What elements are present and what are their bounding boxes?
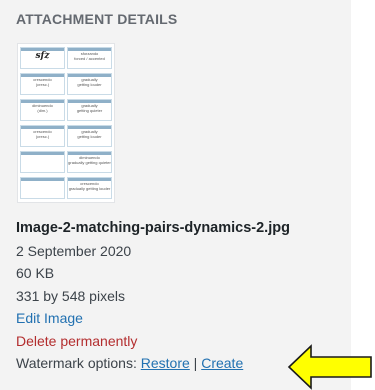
image-dimensions: 331 by 548 pixels: [16, 287, 125, 304]
thumbnail-card-right: gradually getting louder: [67, 73, 112, 95]
yellow-left-arrow-icon: [287, 344, 372, 390]
card-sub-text: gradually getting quieter: [68, 160, 111, 165]
watermark-create-link[interactable]: Create: [201, 355, 243, 371]
card-sub-text: (dim.): [37, 108, 48, 113]
card-sub-text: getting louder: [77, 82, 102, 87]
thumbnail-card-row: crescendo gradually getting louder: [20, 177, 112, 199]
card-sub-text: forced / accented: [74, 56, 105, 61]
thumbnail-card-right: gradually getting quieter: [67, 99, 112, 121]
card-sub-text: gradually getting louder: [68, 186, 111, 191]
watermark-options: Watermark options: Restore | Create: [16, 352, 290, 375]
card-header-bar: [21, 178, 64, 181]
thumbnail-card-row: crescendo (cresc.) gradually getting louder: [20, 125, 112, 147]
thumbnail-card-left: [20, 151, 65, 173]
watermark-restore-link[interactable]: Restore: [141, 355, 190, 371]
card-sub-text: (cresc.): [35, 134, 50, 139]
edit-image-link[interactable]: Edit Image: [16, 310, 83, 326]
thumbnail-card-row: diminuendo gradually getting quieter: [20, 151, 112, 173]
thumbnail-card-left: crescendo (cresc.): [20, 73, 65, 95]
thumbnail-card-left: crescendo (cresc.): [20, 125, 65, 147]
thumbnail-card-row: diminuendo (dim.) gradually getting quieter: [20, 99, 112, 121]
thumbnail-card-right: diminuendo gradually getting quieter: [67, 151, 112, 173]
delete-permanently-link[interactable]: Delete permanently: [16, 333, 137, 349]
card-sub-text: getting louder: [77, 134, 102, 139]
watermark-label: Watermark options:: [16, 355, 137, 371]
watermark-separator: |: [193, 355, 198, 371]
thumbnail-card-row: crescendo (cresc.) gradually getting louder: [20, 73, 112, 95]
card-main-text: sfz: [35, 51, 50, 61]
thumbnail-card-right: crescendo gradually getting louder: [67, 177, 112, 199]
card-sub-text: getting quieter: [76, 108, 103, 113]
card-sub-text: (cresc.): [35, 82, 50, 87]
attachment-info: Image-2-matching-pairs-dynamics-2.jpg 2 …: [16, 217, 290, 375]
thumbnail-card-right: sforzando forced / accented: [67, 47, 112, 69]
thumbnail-card-left: diminuendo (dim.): [20, 99, 65, 121]
attachment-details-panel: ATTACHMENT DETAILS sfz sforzando forced / …: [0, 0, 351, 390]
panel-heading: ATTACHMENT DETAILS: [16, 11, 178, 27]
thumbnail-card-left: sfz: [20, 47, 65, 69]
thumbnail-card-row: sfz sforzando forced / accented: [20, 47, 112, 69]
file-size: 60 KB: [16, 265, 55, 281]
thumbnail-card-right: gradually getting louder: [67, 125, 112, 147]
card-header-bar: [21, 152, 64, 155]
attachment-thumbnail[interactable]: sfz sforzando forced / accented crescendo (c…: [18, 44, 114, 202]
file-name: Image-2-matching-pairs-dynamics-2.jpg: [16, 220, 290, 236]
upload-date: 2 September 2020: [16, 242, 132, 259]
thumbnail-card-left: [20, 177, 65, 199]
